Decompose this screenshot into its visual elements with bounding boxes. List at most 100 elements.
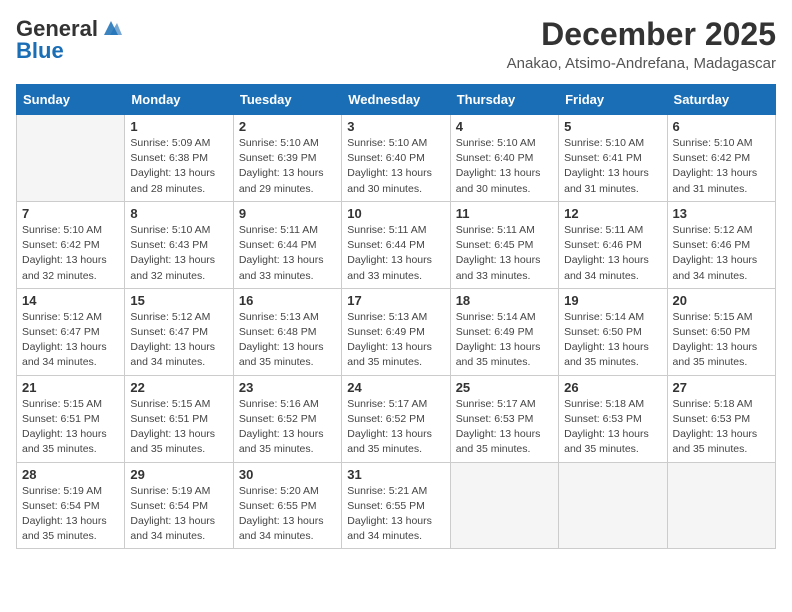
day-info: Sunrise: 5:11 AMSunset: 6:44 PMDaylight:… [239, 223, 336, 284]
calendar-cell [559, 462, 667, 549]
calendar-cell: 13Sunrise: 5:12 AMSunset: 6:46 PMDayligh… [667, 201, 775, 288]
logo-blue: Blue [16, 38, 64, 64]
day-info: Sunrise: 5:12 AMSunset: 6:47 PMDaylight:… [22, 310, 119, 371]
day-number: 23 [239, 380, 336, 395]
day-number: 15 [130, 293, 227, 308]
calendar-cell: 2 Sunrise: 5:10 AMSunset: 6:39 PMDaylight… [233, 115, 341, 202]
day-number: 3 [347, 119, 444, 134]
title-block: December 2025 Anakao, Atsimo-Andrefana, … [507, 16, 776, 72]
weekday-header-monday: Monday [125, 85, 233, 115]
calendar-cell [667, 462, 775, 549]
day-info: Sunrise: 5:19 AMSunset: 6:54 PMDaylight:… [22, 484, 119, 545]
calendar-cell: 10 Sunrise: 5:11 AMSunset: 6:44 PMDayligh… [342, 201, 450, 288]
calendar-cell: 15 Sunrise: 5:12 AMSunset: 6:47 PMDayligh… [125, 288, 233, 375]
calendar-cell: 14 Sunrise: 5:12 AMSunset: 6:47 PMDayligh… [17, 288, 125, 375]
calendar-cell: 16Sunrise: 5:13 AMSunset: 6:48 PMDayligh… [233, 288, 341, 375]
day-number: 5 [564, 119, 661, 134]
day-info: Sunrise: 5:12 AMSunset: 6:47 PMDaylight:… [130, 310, 227, 371]
calendar-cell: 12 Sunrise: 5:11 AMSunset: 6:46 PMDayligh… [559, 201, 667, 288]
calendar-cell: 25Sunrise: 5:17 AMSunset: 6:53 PMDayligh… [450, 375, 558, 462]
day-number: 2 [239, 119, 336, 134]
calendar-cell: 6Sunrise: 5:10 AMSunset: 6:42 PMDaylight… [667, 115, 775, 202]
day-number: 30 [239, 467, 336, 482]
day-info: Sunrise: 5:21 AMSunset: 6:55 PMDaylight:… [347, 484, 444, 545]
day-number: 24 [347, 380, 444, 395]
calendar-cell: 27 Sunrise: 5:18 AMSunset: 6:53 PMDayligh… [667, 375, 775, 462]
day-number: 19 [564, 293, 661, 308]
day-info: Sunrise: 5:14 AMSunset: 6:50 PMDaylight:… [564, 310, 661, 371]
day-info: Sunrise: 5:10 AMSunset: 6:41 PMDaylight:… [564, 136, 661, 197]
day-number: 14 [22, 293, 119, 308]
calendar-week-row: 14 Sunrise: 5:12 AMSunset: 6:47 PMDayligh… [17, 288, 776, 375]
day-info: Sunrise: 5:15 AMSunset: 6:50 PMDaylight:… [673, 310, 770, 371]
calendar-week-row: 21Sunrise: 5:15 AMSunset: 6:51 PMDayligh… [17, 375, 776, 462]
day-info: Sunrise: 5:15 AMSunset: 6:51 PMDaylight:… [130, 397, 227, 458]
day-info: Sunrise: 5:18 AMSunset: 6:53 PMDaylight:… [564, 397, 661, 458]
weekday-header-thursday: Thursday [450, 85, 558, 115]
calendar-cell: 26 Sunrise: 5:18 AMSunset: 6:53 PMDayligh… [559, 375, 667, 462]
weekday-header-saturday: Saturday [667, 85, 775, 115]
day-info: Sunrise: 5:18 AMSunset: 6:53 PMDaylight:… [673, 397, 770, 458]
day-number: 28 [22, 467, 119, 482]
day-number: 1 [130, 119, 227, 134]
calendar-cell: 7 Sunrise: 5:10 AMSunset: 6:42 PMDaylight… [17, 201, 125, 288]
day-number: 10 [347, 206, 444, 221]
day-number: 26 [564, 380, 661, 395]
calendar-cell: 17Sunrise: 5:13 AMSunset: 6:49 PMDayligh… [342, 288, 450, 375]
calendar-table: SundayMondayTuesdayWednesdayThursdayFrid… [16, 84, 776, 549]
weekday-header-sunday: Sunday [17, 85, 125, 115]
day-number: 16 [239, 293, 336, 308]
calendar-cell: 30 Sunrise: 5:20 AMSunset: 6:55 PMDayligh… [233, 462, 341, 549]
calendar-cell: 4Sunrise: 5:10 AMSunset: 6:40 PMDaylight… [450, 115, 558, 202]
day-number: 11 [456, 206, 553, 221]
logo-icon [100, 17, 122, 39]
calendar-cell: 23 Sunrise: 5:16 AMSunset: 6:52 PMDayligh… [233, 375, 341, 462]
day-number: 18 [456, 293, 553, 308]
day-info: Sunrise: 5:10 AMSunset: 6:43 PMDaylight:… [130, 223, 227, 284]
calendar-cell: 31 Sunrise: 5:21 AMSunset: 6:55 PMDayligh… [342, 462, 450, 549]
day-number: 22 [130, 380, 227, 395]
month-title: December 2025 [507, 16, 776, 53]
day-number: 27 [673, 380, 770, 395]
calendar-cell: 3Sunrise: 5:10 AMSunset: 6:40 PMDaylight… [342, 115, 450, 202]
calendar-week-row: 28 Sunrise: 5:19 AMSunset: 6:54 PMDayligh… [17, 462, 776, 549]
day-number: 9 [239, 206, 336, 221]
calendar-cell: 18 Sunrise: 5:14 AMSunset: 6:49 PMDayligh… [450, 288, 558, 375]
logo: General Blue [16, 16, 122, 64]
day-number: 13 [673, 206, 770, 221]
day-number: 7 [22, 206, 119, 221]
day-info: Sunrise: 5:11 AMSunset: 6:45 PMDaylight:… [456, 223, 553, 284]
day-info: Sunrise: 5:17 AMSunset: 6:52 PMDaylight:… [347, 397, 444, 458]
day-info: Sunrise: 5:11 AMSunset: 6:46 PMDaylight:… [564, 223, 661, 284]
weekday-header-wednesday: Wednesday [342, 85, 450, 115]
day-info: Sunrise: 5:09 AMSunset: 6:38 PMDaylight:… [130, 136, 227, 197]
calendar-cell: 11 Sunrise: 5:11 AMSunset: 6:45 PMDayligh… [450, 201, 558, 288]
calendar-cell: 29Sunrise: 5:19 AMSunset: 6:54 PMDayligh… [125, 462, 233, 549]
day-number: 20 [673, 293, 770, 308]
day-info: Sunrise: 5:16 AMSunset: 6:52 PMDaylight:… [239, 397, 336, 458]
day-info: Sunrise: 5:10 AMSunset: 6:42 PMDaylight:… [673, 136, 770, 197]
calendar-cell: 24 Sunrise: 5:17 AMSunset: 6:52 PMDayligh… [342, 375, 450, 462]
location-title: Anakao, Atsimo-Andrefana, Madagascar [507, 55, 776, 72]
day-number: 8 [130, 206, 227, 221]
calendar-week-row: 1 Sunrise: 5:09 AMSunset: 6:38 PMDaylight… [17, 115, 776, 202]
day-info: Sunrise: 5:13 AMSunset: 6:49 PMDaylight:… [347, 310, 444, 371]
calendar-cell: 19 Sunrise: 5:14 AMSunset: 6:50 PMDayligh… [559, 288, 667, 375]
day-info: Sunrise: 5:19 AMSunset: 6:54 PMDaylight:… [130, 484, 227, 545]
day-info: Sunrise: 5:14 AMSunset: 6:49 PMDaylight:… [456, 310, 553, 371]
day-info: Sunrise: 5:20 AMSunset: 6:55 PMDaylight:… [239, 484, 336, 545]
calendar-cell: 8 Sunrise: 5:10 AMSunset: 6:43 PMDaylight… [125, 201, 233, 288]
day-info: Sunrise: 5:11 AMSunset: 6:44 PMDaylight:… [347, 223, 444, 284]
day-number: 31 [347, 467, 444, 482]
calendar-cell [17, 115, 125, 202]
day-info: Sunrise: 5:10 AMSunset: 6:40 PMDaylight:… [456, 136, 553, 197]
day-info: Sunrise: 5:10 AMSunset: 6:42 PMDaylight:… [22, 223, 119, 284]
calendar-cell: 1 Sunrise: 5:09 AMSunset: 6:38 PMDaylight… [125, 115, 233, 202]
day-number: 12 [564, 206, 661, 221]
calendar-week-row: 7 Sunrise: 5:10 AMSunset: 6:42 PMDaylight… [17, 201, 776, 288]
page-header: General Blue December 2025 Anakao, Atsim… [16, 16, 776, 72]
calendar-cell [450, 462, 558, 549]
day-info: Sunrise: 5:10 AMSunset: 6:39 PMDaylight:… [239, 136, 336, 197]
calendar-cell: 5 Sunrise: 5:10 AMSunset: 6:41 PMDaylight… [559, 115, 667, 202]
day-number: 25 [456, 380, 553, 395]
